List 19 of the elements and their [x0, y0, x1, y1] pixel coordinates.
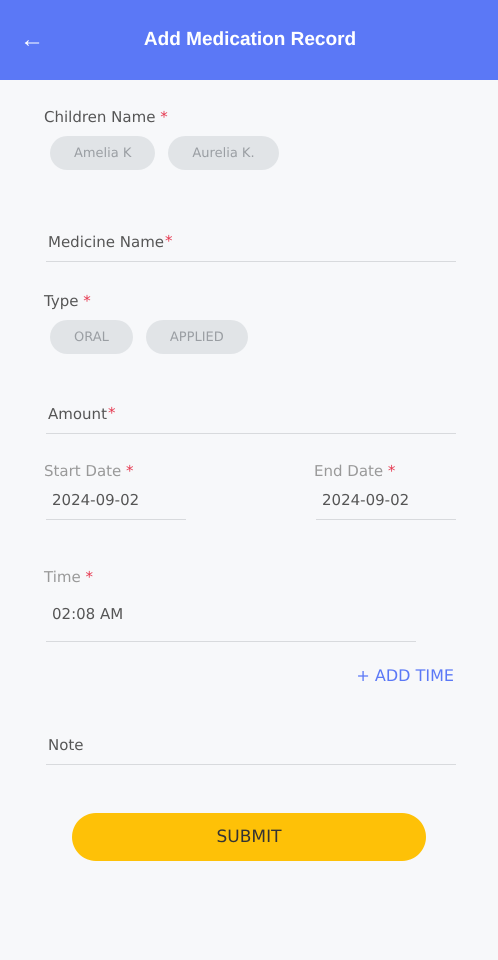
- start-date-field[interactable]: 2024-09-02: [46, 480, 186, 520]
- type-chip[interactable]: ORAL: [50, 320, 133, 354]
- child-chip[interactable]: Amelia K: [50, 136, 156, 170]
- child-chip[interactable]: Aurelia K.: [168, 136, 279, 170]
- time-field[interactable]: 02:08 AM: [46, 586, 416, 642]
- submit-button[interactable]: SUBMIT: [72, 813, 426, 861]
- field-label: End Date *: [314, 462, 396, 480]
- end-date-field[interactable]: 2024-09-02: [316, 480, 456, 520]
- field-label: Children Name *: [44, 108, 169, 126]
- field-label: Type *: [44, 292, 92, 310]
- back-button[interactable]: ←: [16, 26, 48, 54]
- field-label: Time *: [44, 568, 94, 586]
- note-field[interactable]: Note: [46, 725, 456, 765]
- add-time-link[interactable]: + ADD TIME: [356, 666, 454, 685]
- type-chip[interactable]: APPLIED: [146, 320, 248, 354]
- field-label: Start Date *: [44, 462, 135, 480]
- page-title: Add Medication Record: [142, 29, 358, 51]
- required-mark: *: [165, 232, 173, 250]
- required-mark: *: [108, 404, 116, 422]
